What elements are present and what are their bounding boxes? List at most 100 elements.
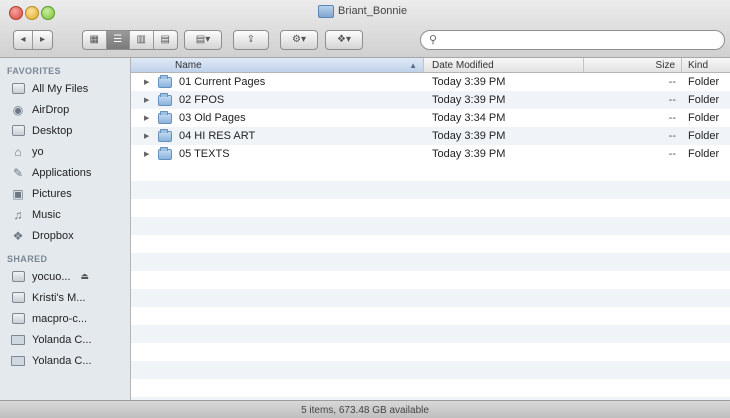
back-button[interactable]: ◂ <box>14 31 34 49</box>
forward-button[interactable]: ▸ <box>33 31 52 49</box>
dropbox-icon: ❖▾ <box>337 34 351 45</box>
sidebar-item-label: macpro-c... <box>32 312 88 325</box>
disclosure-triangle-icon[interactable]: ▶ <box>144 150 158 158</box>
search-input[interactable] <box>445 32 719 50</box>
folder-icon <box>158 74 172 88</box>
share-icon: ⇪ <box>246 34 256 45</box>
folder-icon <box>158 110 172 124</box>
arrange-menu[interactable]: ▤▾ <box>185 31 221 49</box>
file-kind: Folder <box>688 148 720 160</box>
file-list: Name ▲ Date Modified Size Kind ▶ 01 Curr… <box>131 58 730 400</box>
shared-display-icon <box>10 333 26 347</box>
table-row[interactable]: ▶ 02 FPOS Today 3:39 PM -- Folder <box>131 91 730 109</box>
sidebar-item-label: Pictures <box>32 187 72 200</box>
sidebar-item-label: yo <box>32 145 44 158</box>
applications-icon: ✎ <box>12 165 24 180</box>
folder-icon <box>158 92 172 106</box>
file-size: -- <box>668 76 676 88</box>
window-title: Briant_Bonnie <box>318 3 407 19</box>
zoom-button[interactable] <box>41 6 55 20</box>
sidebar-item-airdrop[interactable]: ◉ AirDrop <box>0 99 130 120</box>
cover-flow-icon: ▤ <box>160 34 170 45</box>
file-name: 02 FPOS <box>179 94 225 106</box>
airdrop-icon: ◉ <box>12 102 24 117</box>
sidebar-item-label: Desktop <box>32 124 73 137</box>
file-name: 01 Current Pages <box>179 76 266 88</box>
sidebar-item-applications[interactable]: ✎ Applications <box>0 162 130 183</box>
column-view-button[interactable]: ▥ <box>130 31 154 49</box>
file-size: -- <box>668 94 676 106</box>
dropbox-menu[interactable]: ❖▾ <box>326 31 362 49</box>
close-button[interactable] <box>9 6 23 20</box>
sidebar-heading-favorites: FAVORITES <box>7 66 61 76</box>
column-name-header[interactable]: Name ▲ <box>131 58 424 72</box>
file-kind: Folder <box>688 94 720 106</box>
pictures-icon: ▣ <box>12 186 24 201</box>
sidebar-item-home[interactable]: ⌂ yo <box>0 141 130 162</box>
sidebar-item-label: Kristi's M... <box>32 291 86 304</box>
date-modified: Today 3:34 PM <box>432 112 506 124</box>
finder-window: Briant_Bonnie ◂ ▸ ▦ ☰ ▥ ▤ ▤▾ ⇪ ⚙▾ ❖▾ ⚲ F… <box>0 0 730 418</box>
sidebar-item-label: Applications <box>32 166 92 179</box>
sidebar-item-shared[interactable]: Kristi's M... <box>0 287 130 308</box>
column-view-icon: ▥ <box>136 34 146 45</box>
music-icon: ♫ <box>13 207 23 222</box>
sidebar-item-dropbox[interactable]: ❖ Dropbox <box>0 225 130 246</box>
disclosure-triangle-icon[interactable]: ▶ <box>144 132 158 140</box>
folder-icon <box>318 4 334 18</box>
sidebar-item-shared[interactable]: macpro-c... <box>0 308 130 329</box>
dropbox-button[interactable]: ❖▾ <box>325 30 363 50</box>
column-date-header[interactable]: Date Modified <box>424 58 584 72</box>
sidebar-item-all-my-files[interactable]: All My Files <box>0 78 130 99</box>
cover-flow-button[interactable]: ▤ <box>154 31 177 49</box>
eject-icon[interactable]: ⏏ <box>81 271 90 282</box>
disclosure-triangle-icon[interactable]: ▶ <box>144 78 158 86</box>
share-menu[interactable]: ⇪ <box>234 31 268 49</box>
sidebar-item-label: Yolanda C... <box>32 354 92 367</box>
status-bar: 5 items, 673.48 GB available <box>0 400 730 418</box>
file-kind: Folder <box>688 76 720 88</box>
file-size: -- <box>668 112 676 124</box>
file-name: 05 TEXTS <box>179 148 230 160</box>
shared-computer-icon <box>10 291 26 305</box>
icon-view-icon: ▦ <box>89 34 99 45</box>
disclosure-triangle-icon[interactable]: ▶ <box>144 96 158 104</box>
column-kind-header[interactable]: Kind <box>682 58 730 72</box>
table-row[interactable]: ▶ 01 Current Pages Today 3:39 PM -- Fold… <box>131 73 730 91</box>
window-title-text: Briant_Bonnie <box>338 5 408 17</box>
table-row[interactable]: ▶ 03 Old Pages Today 3:34 PM -- Folder <box>131 109 730 127</box>
table-row[interactable]: ▶ 04 HI RES ART Today 3:39 PM -- Folder <box>131 127 730 145</box>
search-field[interactable]: ⚲ <box>420 30 725 50</box>
sidebar-item-desktop[interactable]: Desktop <box>0 120 130 141</box>
sidebar-item-shared[interactable]: Yolanda C... <box>0 350 130 371</box>
sidebar-item-shared[interactable]: Yolanda C... <box>0 329 130 350</box>
share-button[interactable]: ⇪ <box>233 30 269 50</box>
sidebar-item-pictures[interactable]: ▣ Pictures <box>0 183 130 204</box>
forward-arrow-icon: ▸ <box>40 34 46 45</box>
date-modified: Today 3:39 PM <box>432 130 506 142</box>
list-view-icon: ☰ <box>113 34 123 45</box>
action-menu[interactable]: ⚙▾ <box>281 31 317 49</box>
action-button[interactable]: ⚙▾ <box>280 30 318 50</box>
list-view-button[interactable]: ☰ <box>106 31 130 49</box>
sidebar-item-label: Yolanda C... <box>32 333 92 346</box>
file-rows: ▶ 01 Current Pages Today 3:39 PM -- Fold… <box>131 73 730 163</box>
file-size: -- <box>668 148 676 160</box>
back-arrow-icon: ◂ <box>20 34 26 45</box>
minimize-button[interactable] <box>25 6 39 20</box>
disclosure-triangle-icon[interactable]: ▶ <box>144 114 158 122</box>
file-kind: Folder <box>688 112 720 124</box>
title-toolbar: Briant_Bonnie ◂ ▸ ▦ ☰ ▥ ▤ ▤▾ ⇪ ⚙▾ ❖▾ ⚲ <box>0 0 730 58</box>
all-files-icon <box>10 82 26 96</box>
date-modified: Today 3:39 PM <box>432 76 506 88</box>
column-kind-label: Kind <box>688 59 709 71</box>
sidebar-item-music[interactable]: ♫ Music <box>0 204 130 225</box>
sidebar-item-shared[interactable]: yocuo... ⏏ <box>0 266 130 287</box>
icon-view-button[interactable]: ▦ <box>83 31 107 49</box>
arrange-button[interactable]: ▤▾ <box>184 30 222 50</box>
sidebar-item-label: AirDrop <box>32 103 70 116</box>
search-icon: ⚲ <box>429 34 438 46</box>
file-name: 03 Old Pages <box>179 112 246 124</box>
column-size-header[interactable]: Size <box>584 58 682 72</box>
table-row[interactable]: ▶ 05 TEXTS Today 3:39 PM -- Folder <box>131 145 730 163</box>
